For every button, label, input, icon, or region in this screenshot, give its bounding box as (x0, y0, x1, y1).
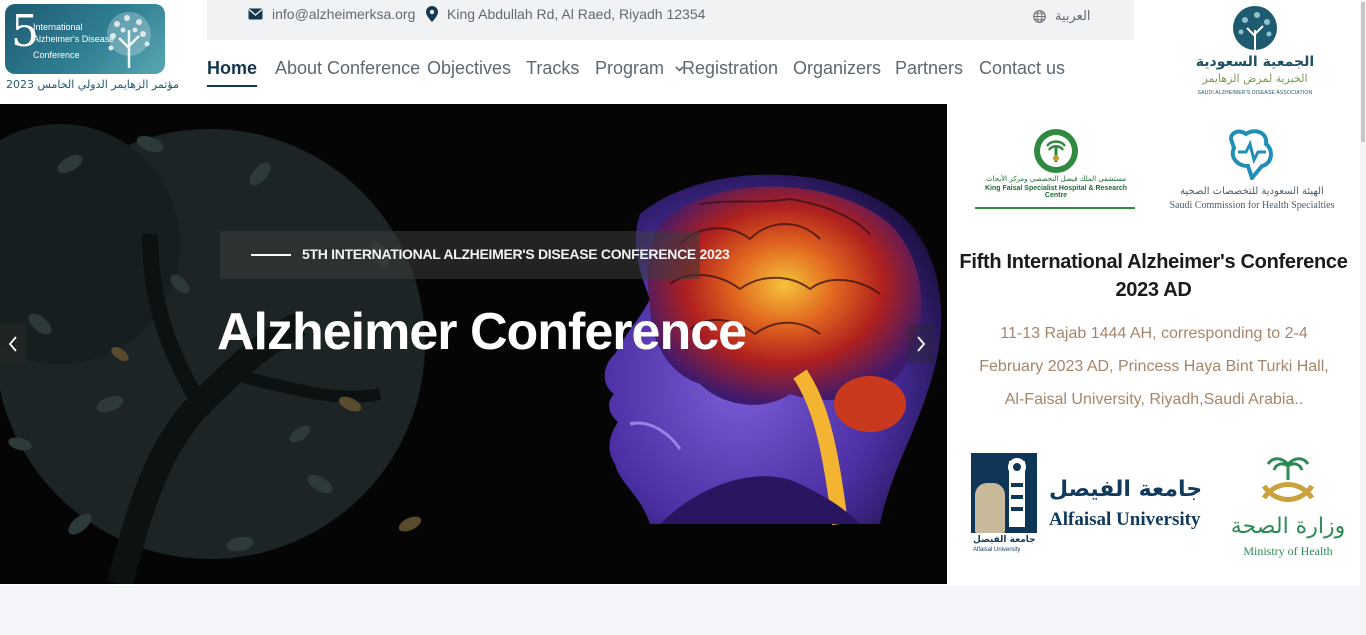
envelope-icon (248, 8, 263, 20)
globe-icon (1033, 10, 1046, 23)
nav-program-label: Program (595, 58, 665, 78)
nav-partners[interactable]: Partners (895, 58, 963, 79)
association-logo[interactable]: الجمعية السعودية الخيرية لمرض الزهايمر S… (1190, 6, 1320, 98)
conference-logo[interactable]: 5 International Alzheimer's Disease Conf… (0, 0, 179, 98)
moh-english-name: Ministry of Health (1243, 544, 1333, 558)
location-pin-icon (426, 6, 438, 22)
nav-program[interactable]: Program (595, 58, 684, 79)
hero-subtitle: 5TH INTERNATIONAL ALZHEIMER'S DISEASE CO… (302, 246, 730, 262)
portrait-image (975, 483, 1005, 533)
nav-organizers[interactable]: Organizers (793, 58, 881, 79)
chevron-right-icon (917, 336, 926, 352)
kfsh-emblem-icon (1034, 129, 1078, 173)
alfaisal-arabic-name: جامعة الفيصل (1049, 477, 1203, 502)
scrollbar-thumb[interactable] (1361, 2, 1365, 142)
top-info-bar: info@alzheimerksa.org King Abdullah Rd, … (207, 0, 1134, 40)
alfaisal-university-logo[interactable]: جامعة الفيصل Alfaisal University جامعة ا… (971, 451, 1203, 559)
scfhs-english-name: Saudi Commission for Health Specialties (1169, 200, 1335, 211)
address-text: King Abdullah Rd, Al Raed, Riyadh 12354 (447, 6, 706, 22)
association-arabic-name: الجمعية السعودية (1195, 54, 1315, 70)
email-contact[interactable]: info@alzheimerksa.org (248, 6, 415, 22)
chevron-left-icon (8, 336, 17, 352)
nav-registration[interactable]: Registration (682, 58, 778, 79)
next-section-background (0, 586, 1360, 635)
email-text[interactable]: info@alzheimerksa.org (272, 6, 415, 22)
logo-arabic-text: مؤتمر الزهايمر الدولي الخامس 2023 (6, 78, 179, 91)
scfhs-emblem-icon (1229, 129, 1273, 180)
logo-badge: 5 International Alzheimer's Disease Conf… (5, 4, 165, 74)
alfaisal-small-english: Alfaisal University (973, 547, 1021, 553)
conference-description: 11-13 Rajab 1444 AH, corresponding to 2-… (979, 325, 1329, 408)
nav-objectives[interactable]: Objectives (427, 58, 511, 79)
kfsh-english-name: King Faisal Specialist Hospital & Resear… (985, 185, 1127, 199)
kfsh-logo[interactable]: مستشفى الملك فيصل التخصصي ومركز الأبحاث … (975, 128, 1137, 212)
nav-contact-us[interactable]: Contact us (979, 58, 1065, 79)
logo-line-1: International (33, 22, 83, 32)
nav-about-conference[interactable]: About Conference (275, 58, 420, 79)
association-arabic-subtitle: الخيرية لمرض الزهايمر (1202, 72, 1308, 85)
logo-line-3: Conference (33, 50, 80, 60)
alfaisal-emblem (971, 453, 1037, 533)
language-switcher[interactable]: العربية (1033, 9, 1091, 24)
kfsh-divider (975, 207, 1135, 209)
moh-palm-icon (1261, 457, 1315, 502)
alfaisal-english-name: Alfaisal University (1049, 509, 1201, 530)
kfsh-arabic-name: مستشفى الملك فيصل التخصصي ومركز الأبحاث (985, 175, 1127, 183)
alfaisal-small-arabic: جامعة الفيصل (973, 535, 1036, 545)
moh-arabic-name: وزارة الصحة (1230, 514, 1346, 539)
nav-home[interactable]: Home (207, 58, 258, 87)
association-english-name: SAUDI ALZHEIMER'S DISEASE ASSOCIATION (1197, 90, 1313, 96)
page: 5 International Alzheimer's Disease Conf… (0, 0, 1366, 635)
language-label[interactable]: العربية (1055, 9, 1091, 24)
logo-number: 5 (11, 6, 39, 57)
ministry-of-health-logo[interactable]: وزارة الصحة Ministry of Health (1229, 454, 1347, 564)
scfhs-arabic-name: الهيئة السعودية للتخصصات الصحية (1180, 186, 1324, 197)
nav-tracks[interactable]: Tracks (526, 58, 579, 79)
slider-next-button[interactable] (908, 324, 934, 364)
hero-title: Alzheimer Conference (217, 303, 747, 361)
conference-info-panel: مستشفى الملك فيصل التخصصي ومركز الأبحاث … (947, 104, 1360, 586)
slider-prev-button[interactable] (0, 324, 26, 364)
conference-title: Fifth International Alzheimer's Conferen… (959, 251, 1348, 301)
address-info: King Abdullah Rd, Al Raed, Riyadh 12354 (426, 6, 705, 22)
hero-slider: 5TH INTERNATIONAL ALZHEIMER'S DISEASE CO… (0, 104, 947, 584)
tree-icon (107, 12, 151, 68)
scfhs-logo[interactable]: الهيئة السعودية للتخصصات الصحية Saudi Co… (1162, 128, 1342, 212)
hero-subtitle-box: 5TH INTERNATIONAL ALZHEIMER'S DISEASE CO… (220, 231, 730, 279)
association-tree-icon (1233, 6, 1277, 50)
subtitle-divider (251, 254, 291, 256)
